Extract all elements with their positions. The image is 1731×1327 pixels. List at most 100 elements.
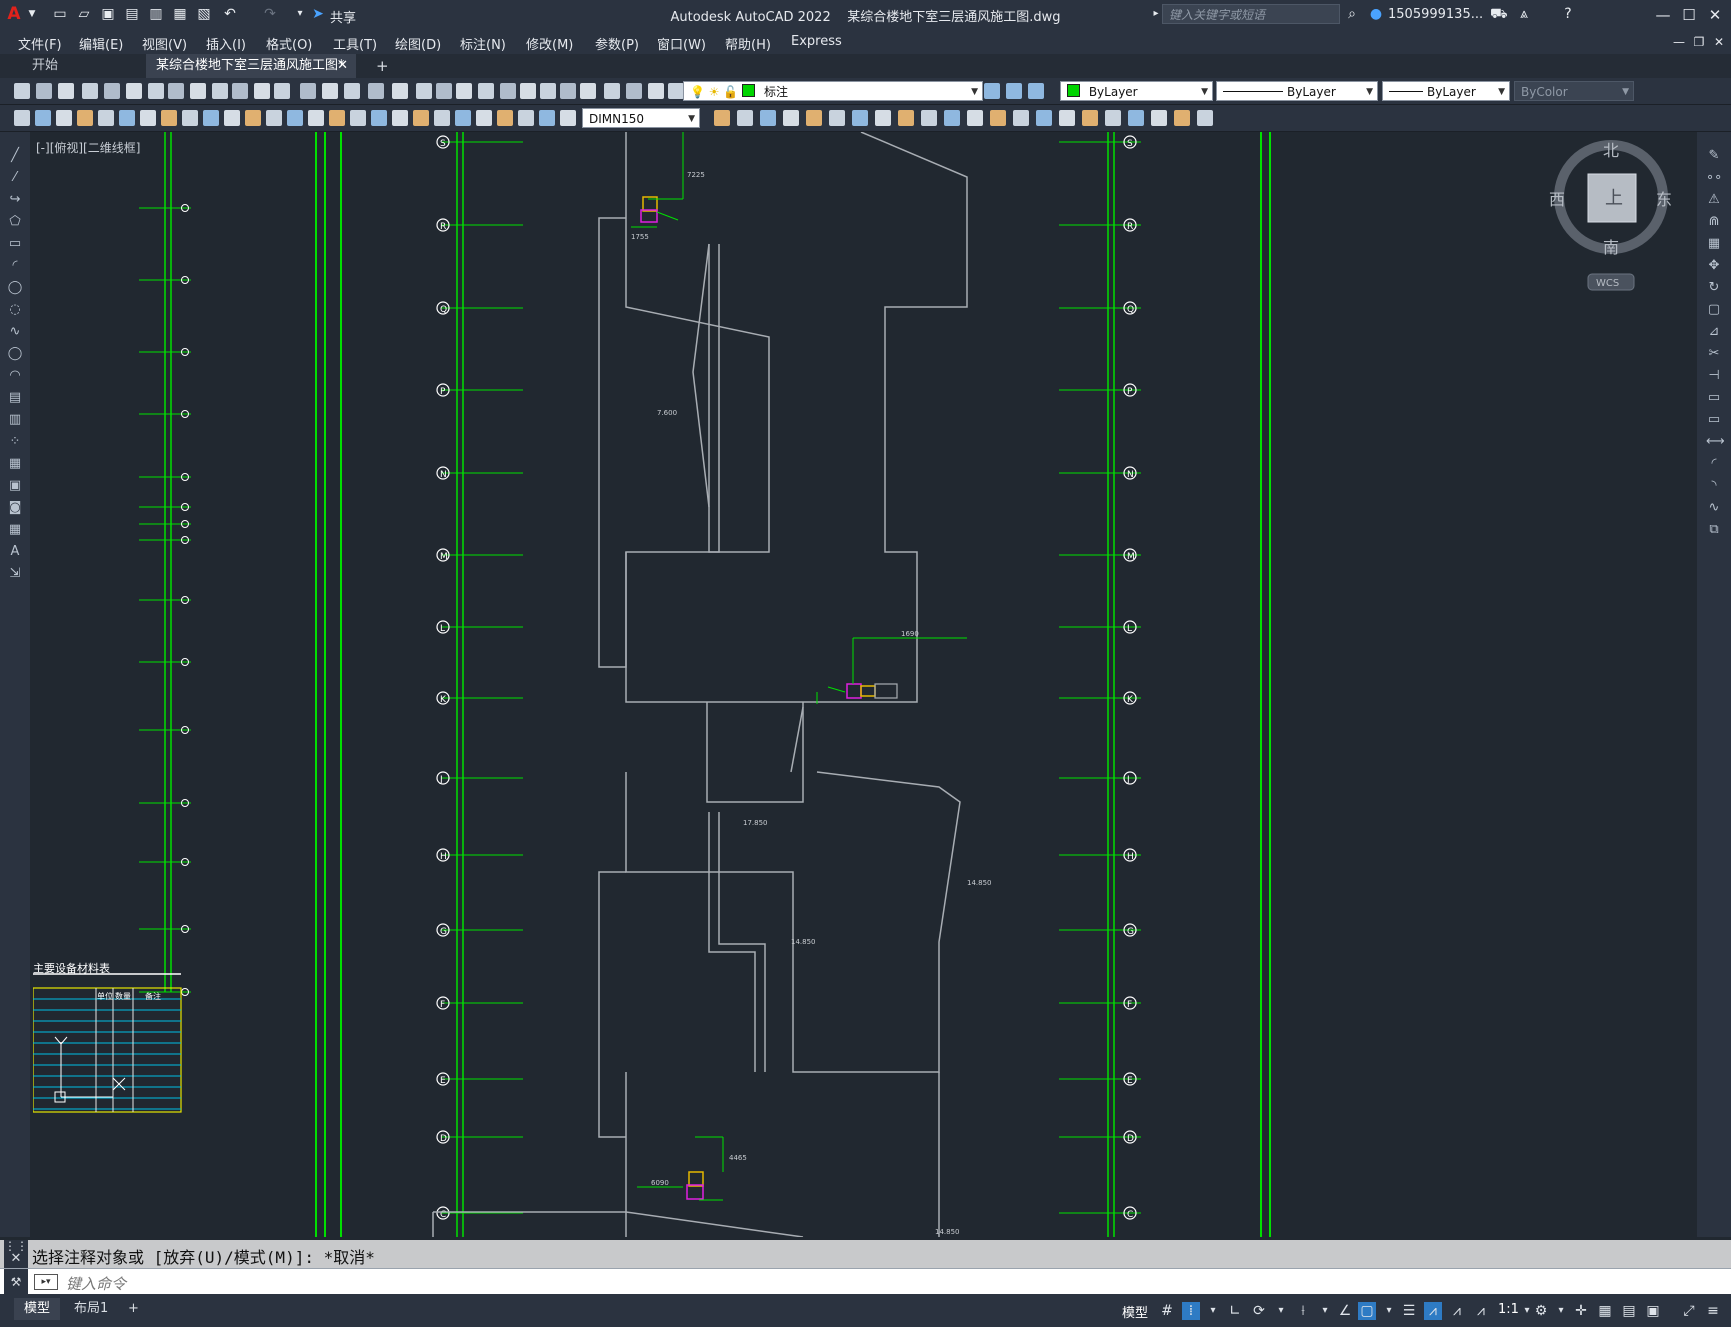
layer-tool-icon[interactable] [1028, 83, 1044, 99]
toolbar-tool-icon[interactable] [119, 110, 135, 126]
toolbar-tool-icon[interactable] [539, 110, 555, 126]
toolbar-tool-icon[interactable] [1082, 110, 1098, 126]
wcs-menu[interactable]: WCS [1596, 278, 1619, 289]
layer-tool-icon[interactable] [1006, 83, 1022, 99]
modify-tool-icon[interactable]: ✎ [1706, 148, 1722, 164]
toolbar-tool-icon[interactable] [760, 110, 776, 126]
toolbar-tool-icon[interactable] [737, 110, 753, 126]
user-name[interactable]: 1505999135... [1388, 7, 1483, 22]
add-layout-button[interactable]: + [118, 1298, 149, 1320]
viewcube-west[interactable]: 西 [1549, 190, 1565, 209]
toolbar-tool-icon[interactable] [392, 110, 408, 126]
toolbar-tool-icon[interactable] [77, 110, 93, 126]
toolbar-tool-icon[interactable] [1174, 110, 1190, 126]
snap-icon[interactable]: ⁞ [1182, 1302, 1200, 1320]
draw-tool-icon[interactable]: ◯ [7, 280, 23, 296]
menu-express[interactable]: Express [791, 34, 842, 49]
linetype-dropdown[interactable]: ByLayer ▼ [1216, 81, 1378, 101]
menu-file[interactable]: 文件(F) [18, 34, 62, 53]
layer-tool-icon[interactable] [984, 83, 1000, 99]
toolbar-tool-icon[interactable] [416, 83, 432, 99]
toolbar-tool-icon[interactable] [520, 83, 536, 99]
toolbar-tool-icon[interactable] [392, 83, 408, 99]
quick-properties-icon[interactable]: ▤ [1620, 1302, 1638, 1320]
toolbar-tool-icon[interactable] [232, 83, 248, 99]
modify-tool-icon[interactable]: ◝ [1706, 478, 1722, 494]
toolbar-tool-icon[interactable] [540, 83, 556, 99]
annotation-scale-value[interactable]: 1:1 [1498, 1302, 1519, 1317]
draw-tool-icon[interactable]: ◌ [7, 302, 23, 318]
chevron-down-icon[interactable]: ▾ [1552, 1302, 1570, 1320]
toolbar-tool-icon[interactable] [456, 83, 472, 99]
chevron-down-icon[interactable]: ▾ [1380, 1302, 1398, 1320]
command-prompt-icon[interactable]: ▸▾ [34, 1274, 58, 1290]
toolbar-tool-icon[interactable] [648, 83, 664, 99]
modify-tool-icon[interactable]: ◜ [1706, 456, 1722, 472]
undo-icon[interactable]: ↶ [222, 6, 238, 22]
tab-model[interactable]: 模型 [14, 1298, 61, 1320]
toolbar-tool-icon[interactable] [852, 110, 868, 126]
viewcube-south[interactable]: 南 [1603, 238, 1619, 257]
isolate-objects-icon[interactable]: ▣ [1644, 1302, 1662, 1320]
toolbar-tool-icon[interactable] [212, 83, 228, 99]
customize-qat-icon[interactable]: ▾ [292, 6, 308, 22]
auto-scale-icon[interactable]: ⩘ [1448, 1302, 1466, 1320]
toolbar-tool-icon[interactable] [604, 83, 620, 99]
isodraft-icon[interactable]: ⟊ [1294, 1302, 1312, 1320]
toolbar-tool-icon[interactable] [245, 110, 261, 126]
viewport-controls-label[interactable]: [-][俯视][二维线框] [36, 139, 140, 156]
toolbar-tool-icon[interactable] [783, 110, 799, 126]
toolbar-tool-icon[interactable] [308, 110, 324, 126]
toolbar-tool-icon[interactable] [350, 110, 366, 126]
layer-dropdown[interactable]: 💡 ☀ 🔓 标注 ▼ [683, 81, 983, 101]
draw-tool-icon[interactable]: ▦ [7, 522, 23, 538]
menu-parametric[interactable]: 参数(P) [595, 34, 639, 53]
toolbar-tool-icon[interactable] [1128, 110, 1144, 126]
modify-tool-icon[interactable]: ⧉ [1706, 522, 1722, 538]
autocad-logo-icon[interactable]: A [6, 6, 22, 23]
units-icon[interactable]: ▦ [1596, 1302, 1614, 1320]
toolbar-tool-icon[interactable] [1013, 110, 1029, 126]
tab-active-drawing[interactable]: 某综合楼地下室三层通风施工图* ✕ [146, 54, 356, 78]
polar-icon[interactable]: ⟳ [1250, 1302, 1268, 1320]
modify-tool-icon[interactable]: ▭ [1706, 412, 1722, 428]
search-icon[interactable]: ⌕ [1344, 6, 1360, 22]
share-label[interactable]: 共享 [330, 7, 356, 26]
draw-tool-icon[interactable]: ∿ [7, 324, 23, 340]
color-dropdown[interactable]: ByLayer ▼ [1060, 81, 1213, 101]
viewcube-top-face[interactable]: 上 [1605, 188, 1623, 209]
modify-tool-icon[interactable]: ⊣ [1706, 368, 1722, 384]
toolbar-tool-icon[interactable] [1151, 110, 1167, 126]
toolbar-tool-icon[interactable] [434, 110, 450, 126]
draw-tool-icon[interactable]: A [7, 544, 23, 560]
menu-view[interactable]: 视图(V) [142, 34, 187, 53]
menu-insert[interactable]: 插入(I) [206, 34, 246, 53]
toolbar-tool-icon[interactable] [626, 83, 642, 99]
toolbar-tool-icon[interactable] [14, 83, 30, 99]
cart-icon[interactable]: ⛟ [1490, 6, 1508, 22]
lineweight-dropdown[interactable]: ByLayer ▼ [1382, 81, 1510, 101]
toolbar-tool-icon[interactable] [990, 110, 1006, 126]
draw-tool-icon[interactable]: ⁄ [7, 170, 23, 186]
modify-tool-icon[interactable]: ⋒ [1706, 214, 1722, 230]
viewcube-east[interactable]: 东 [1656, 190, 1672, 209]
user-icon[interactable]: ● [1368, 6, 1384, 22]
toolbar-tool-icon[interactable] [126, 83, 142, 99]
draw-tool-icon[interactable]: ⬠ [7, 214, 23, 230]
menu-format[interactable]: 格式(O) [266, 34, 312, 53]
toolbar-tool-icon[interactable] [875, 110, 891, 126]
lineweight-icon[interactable]: ☰ [1400, 1302, 1418, 1320]
toolbar-tool-icon[interactable] [371, 110, 387, 126]
customize-icon[interactable]: ⚒ [4, 1269, 28, 1295]
redo-icon[interactable]: ↷ [262, 6, 278, 22]
command-input[interactable]: 键入命令 [66, 1273, 126, 1294]
app-menu-chevron-icon[interactable]: ▼ [24, 6, 40, 22]
grid-icon[interactable]: # [1158, 1302, 1176, 1320]
toolbar-tool-icon[interactable] [322, 83, 338, 99]
annotation-visibility-icon[interactable]: ⩘ [1424, 1302, 1442, 1320]
close-tab-icon[interactable]: ✕ [337, 54, 348, 78]
modify-tool-icon[interactable]: ∿ [1706, 500, 1722, 516]
close-icon[interactable]: ✕ [4, 1252, 28, 1266]
modify-tool-icon[interactable]: ▭ [1706, 390, 1722, 406]
toolbar-tool-icon[interactable] [368, 83, 384, 99]
